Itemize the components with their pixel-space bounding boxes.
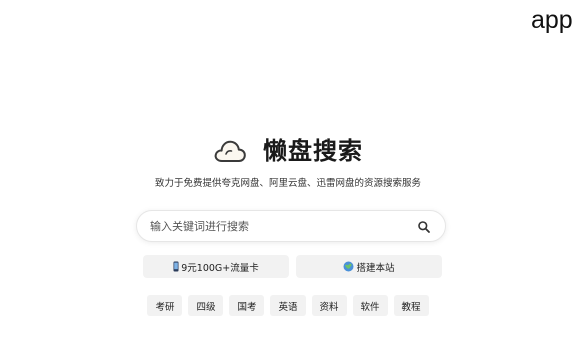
phone-icon <box>173 261 179 272</box>
search-icon[interactable] <box>417 219 431 233</box>
cloud-icon <box>213 137 247 165</box>
globe-icon <box>343 261 354 272</box>
build-site-label: 搭建本站 <box>356 262 395 274</box>
quick-links: 9元100G+流量卡 搭建本站 <box>143 255 442 278</box>
tag-tutorials[interactable]: 教程 <box>393 295 429 316</box>
tag-list: 考研 四级 国考 英语 资料 软件 教程 <box>0 295 576 316</box>
search-input[interactable] <box>137 210 417 242</box>
tag-kaoyan[interactable]: 考研 <box>147 295 183 316</box>
tagline: 致力于免费提供夸克网盘、阿里云盘、迅雷网盘的资源搜索服务 <box>154 178 421 189</box>
corner-text: app <box>531 6 573 34</box>
flow-card-button[interactable]: 9元100G+流量卡 <box>143 255 289 278</box>
page: app 懒盘搜索 致力于免费提供夸克网盘、阿里云盘、迅雷网盘的资源搜索服务 输入… <box>0 0 576 356</box>
tag-cet4[interactable]: 四级 <box>188 295 224 316</box>
tag-software[interactable]: 软件 <box>352 295 388 316</box>
brand: 懒盘搜索 <box>0 136 576 166</box>
build-site-button[interactable]: 搭建本站 <box>296 255 442 278</box>
tag-english[interactable]: 英语 <box>270 295 306 316</box>
tag-guokao[interactable]: 国考 <box>229 295 265 316</box>
tag-materials[interactable]: 资料 <box>311 295 347 316</box>
flow-card-label: 9元100G+流量卡 <box>181 262 259 274</box>
site-title: 懒盘搜索 <box>263 137 363 165</box>
search-box <box>136 210 446 242</box>
